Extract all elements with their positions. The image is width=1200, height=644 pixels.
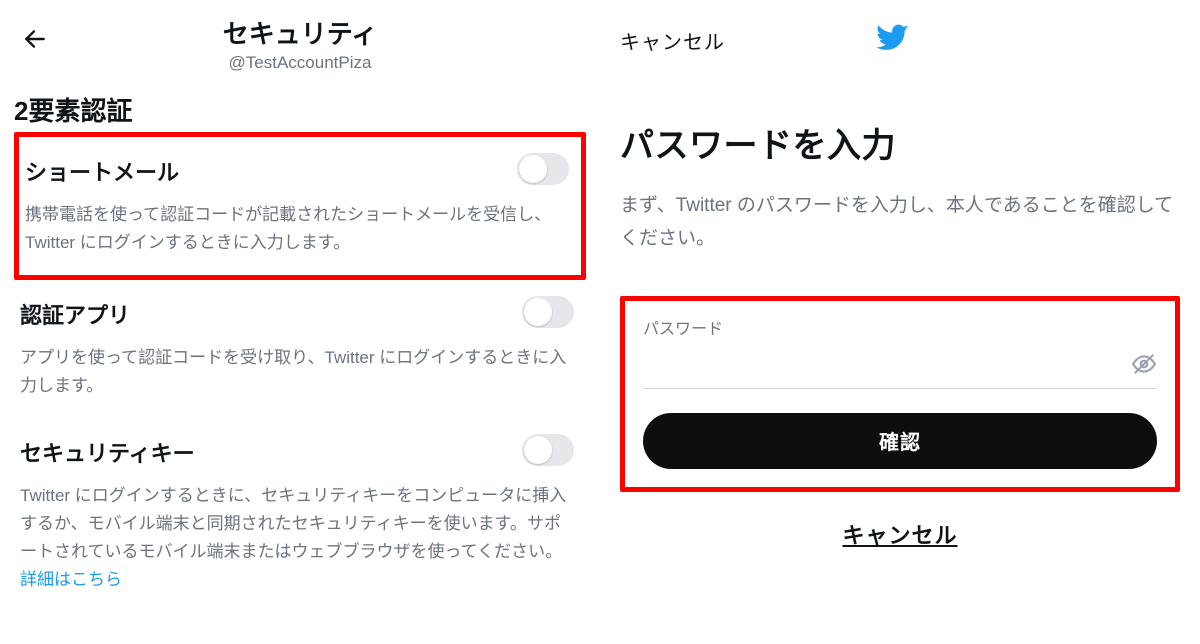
two-factor-key-toggle[interactable]: [522, 434, 574, 466]
page-title: セキュリティ: [14, 14, 586, 51]
two-factor-sms-toggle[interactable]: [517, 153, 569, 185]
two-factor-key-title: セキュリティキー: [20, 436, 572, 468]
two-factor-sms-title: ショートメール: [25, 155, 567, 187]
right-header: キャンセル: [620, 20, 1180, 60]
password-prompt-desc: まず、Twitter のパスワードを入力し、本人であることを確認してください。: [620, 189, 1180, 256]
two-factor-sms-desc: 携帯電話を使って認証コードが記載されたショートメールを受信し、Twitter に…: [25, 201, 567, 257]
account-handle: @TestAccountPiza: [14, 53, 586, 73]
two-factor-key-desc: Twitter にログインするときに、セキュリティキーをコンピュータに挿入するか…: [20, 482, 572, 594]
cancel-bottom-button[interactable]: キャンセル: [620, 518, 1180, 550]
toggle-knob-icon: [519, 155, 547, 183]
section-heading-2fa: 2要素認証: [14, 91, 586, 128]
learn-more-link[interactable]: 詳細はこちら: [20, 570, 122, 589]
password-prompt-panel: キャンセル パスワードを入力 まず、Twitter のパスワードを入力し、本人で…: [600, 0, 1200, 644]
toggle-knob-icon: [524, 436, 552, 464]
password-field-label: パスワード: [643, 315, 1157, 339]
two-factor-app-toggle[interactable]: [522, 296, 574, 328]
confirm-button[interactable]: 確認: [643, 413, 1157, 469]
left-header: セキュリティ @TestAccountPiza: [14, 8, 586, 73]
toggle-knob-icon: [524, 298, 552, 326]
back-button[interactable]: [18, 22, 52, 56]
cancel-top-button[interactable]: キャンセル: [620, 26, 725, 55]
security-settings-panel: セキュリティ @TestAccountPiza 2要素認証 ショートメール 携帯…: [0, 0, 600, 644]
password-input[interactable]: [643, 355, 1131, 378]
twitter-bird-icon: [876, 21, 910, 60]
two-factor-sms-row[interactable]: ショートメール 携帯電話を使って認証コードが記載されたショートメールを受信し、T…: [14, 132, 586, 280]
two-factor-app-desc: アプリを使って認証コードを受け取り、Twitter にログインするときに入力しま…: [20, 344, 572, 400]
two-factor-key-row[interactable]: セキュリティキー Twitter にログインするときに、セキュリティキーをコンピ…: [14, 418, 586, 612]
reveal-password-icon[interactable]: [1131, 351, 1157, 382]
password-form: パスワード 確認: [620, 296, 1180, 492]
two-factor-app-title: 認証アプリ: [20, 298, 572, 330]
two-factor-app-row[interactable]: 認証アプリ アプリを使って認証コードを受け取り、Twitter にログインすると…: [14, 280, 586, 418]
back-arrow-icon: [22, 26, 48, 52]
two-factor-key-desc-text: Twitter にログインするときに、セキュリティキーをコンピュータに挿入するか…: [20, 486, 566, 561]
password-prompt-title: パスワードを入力: [620, 118, 1180, 167]
